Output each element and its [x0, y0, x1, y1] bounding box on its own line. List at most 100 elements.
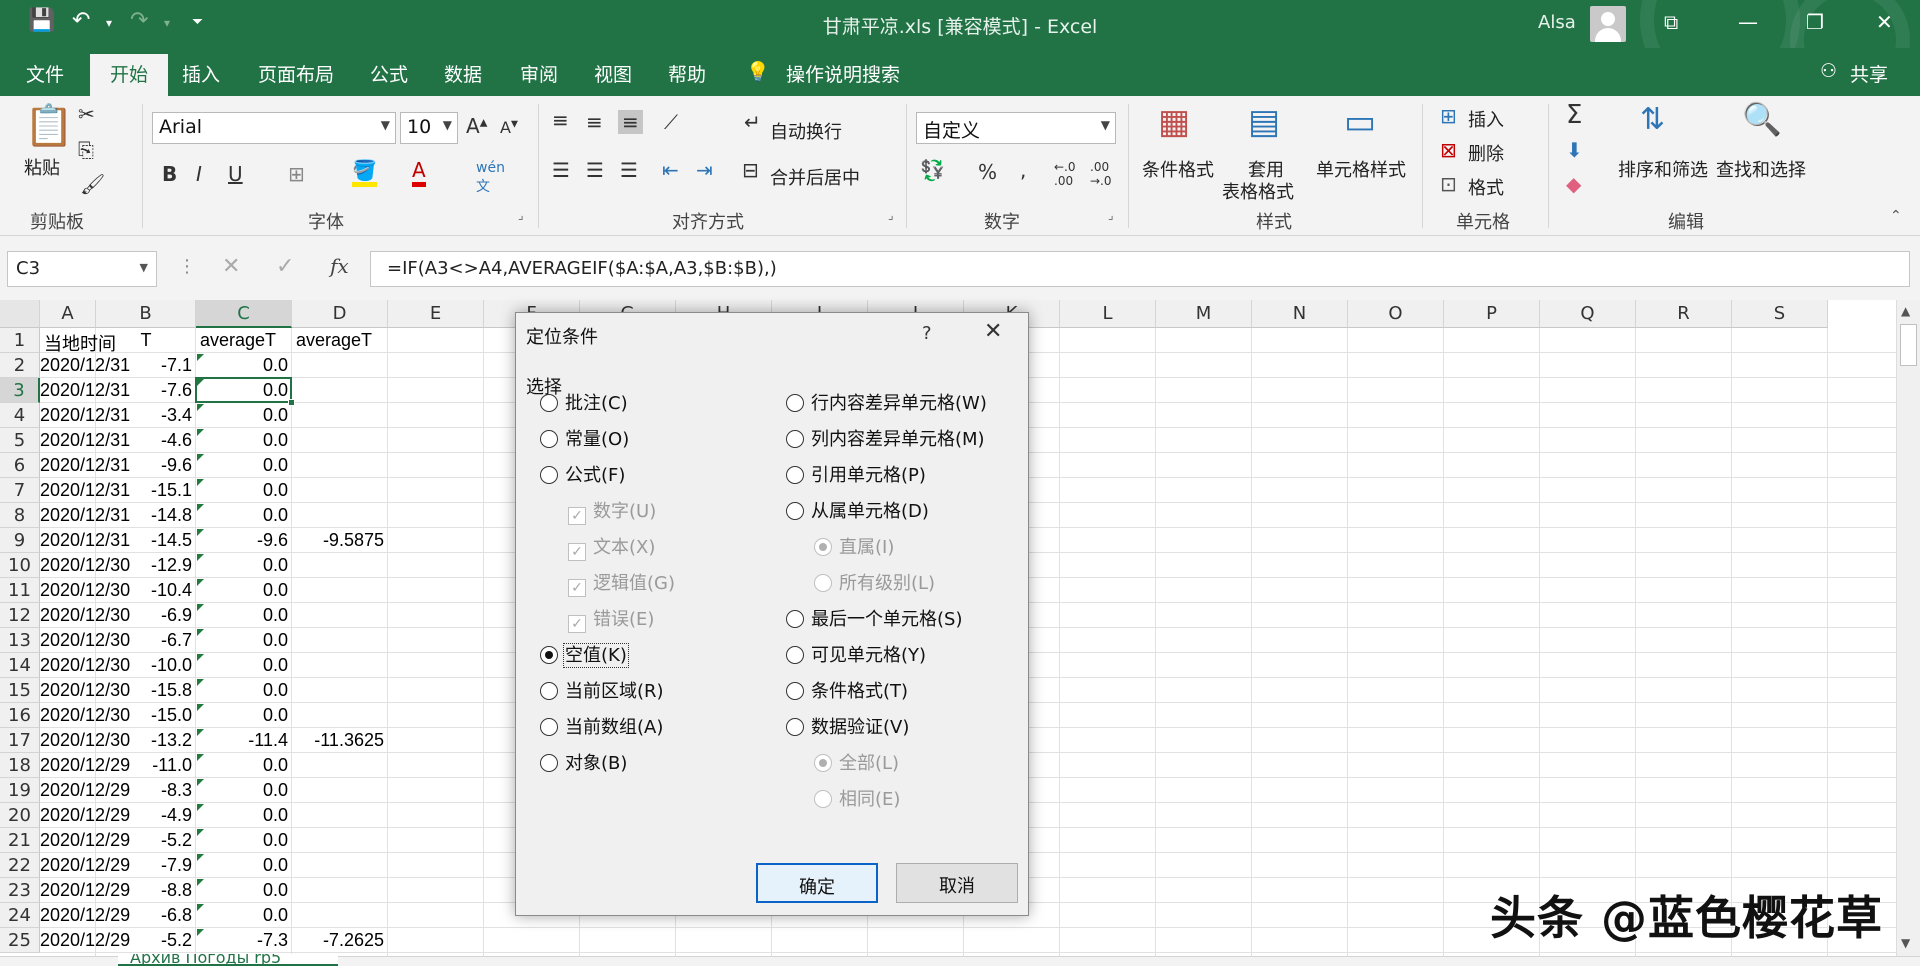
- align-top-icon[interactable]: ≡: [552, 108, 569, 132]
- cell-a10[interactable]: 2020/12/30: [40, 555, 96, 576]
- tab-help[interactable]: 帮助: [668, 60, 706, 87]
- row-header-5[interactable]: 5: [0, 428, 40, 453]
- cell-b2[interactable]: -7.1: [96, 355, 192, 376]
- cell-b4[interactable]: -3.4: [96, 405, 192, 426]
- cell-a3[interactable]: 2020/12/31: [40, 380, 96, 401]
- radio-icon[interactable]: [786, 610, 804, 628]
- align-left-icon[interactable]: ☰: [552, 158, 570, 182]
- format-as-table-icon[interactable]: ▤: [1248, 102, 1280, 142]
- row-header-14[interactable]: 14: [0, 653, 40, 678]
- cell-b17[interactable]: -13.2: [96, 730, 192, 751]
- wrap-text-icon[interactable]: ↵: [744, 110, 761, 134]
- row-header-18[interactable]: 18: [0, 753, 40, 778]
- error-indicator-icon[interactable]: [197, 554, 204, 561]
- cell-b8[interactable]: -14.8: [96, 505, 192, 526]
- tab-review[interactable]: 审阅: [520, 60, 558, 87]
- cell-a23[interactable]: 2020/12/29: [40, 880, 96, 901]
- align-middle-icon[interactable]: ≡: [586, 110, 603, 134]
- scrollbar-thumb[interactable]: [1900, 324, 1917, 366]
- paste-button[interactable]: 粘贴: [24, 154, 60, 180]
- cell-c14[interactable]: 0.0: [196, 655, 288, 676]
- comma-style-icon[interactable]: ,: [1020, 158, 1026, 182]
- cell-b7[interactable]: -15.1: [96, 480, 192, 501]
- cell-b24[interactable]: -6.8: [96, 905, 192, 926]
- row-header-23[interactable]: 23: [0, 878, 40, 903]
- row-header-25[interactable]: 25: [0, 928, 40, 953]
- cell-b10[interactable]: -12.9: [96, 555, 192, 576]
- autosum-icon[interactable]: Σ: [1566, 100, 1582, 130]
- radio-icon[interactable]: [540, 394, 558, 412]
- cell-c1[interactable]: averageT: [200, 330, 276, 351]
- column-header-n[interactable]: N: [1252, 300, 1348, 328]
- radio-icon[interactable]: [786, 502, 804, 520]
- italic-button[interactable]: I: [196, 162, 202, 186]
- row-header-4[interactable]: 4: [0, 403, 40, 428]
- cell-c21[interactable]: 0.0: [196, 830, 288, 851]
- column-header-e[interactable]: E: [388, 300, 484, 328]
- number-format-select[interactable]: 自定义▼: [916, 112, 1116, 144]
- cell-c5[interactable]: 0.0: [196, 430, 288, 451]
- cell-a4[interactable]: 2020/12/31: [40, 405, 96, 426]
- format-painter-icon[interactable]: 🖌: [80, 172, 105, 196]
- cell-c23[interactable]: 0.0: [196, 880, 288, 901]
- tab-insert[interactable]: 插入: [182, 60, 220, 87]
- radio-icon[interactable]: [540, 718, 558, 736]
- row-header-21[interactable]: 21: [0, 828, 40, 853]
- cell-b18[interactable]: -11.0: [96, 755, 192, 776]
- error-indicator-icon[interactable]: [197, 679, 204, 686]
- error-indicator-icon[interactable]: [197, 829, 204, 836]
- column-header-a[interactable]: A: [40, 300, 96, 328]
- radio-icon[interactable]: [786, 466, 804, 484]
- cell-styles-icon[interactable]: ▭: [1344, 102, 1376, 142]
- cell-b14[interactable]: -10.0: [96, 655, 192, 676]
- row-header-19[interactable]: 19: [0, 778, 40, 803]
- cell-b21[interactable]: -5.2: [96, 830, 192, 851]
- cell-b23[interactable]: -8.8: [96, 880, 192, 901]
- error-indicator-icon[interactable]: [197, 404, 204, 411]
- cell-a8[interactable]: 2020/12/31: [40, 505, 96, 526]
- fill-color-icon[interactable]: 🪣: [352, 158, 377, 187]
- ribbon-display-icon[interactable]: ⧉: [1664, 10, 1678, 34]
- cell-a13[interactable]: 2020/12/30: [40, 630, 96, 651]
- row-header-24[interactable]: 24: [0, 903, 40, 928]
- cell-c24[interactable]: 0.0: [196, 905, 288, 926]
- tab-formulas[interactable]: 公式: [370, 60, 408, 87]
- row-header-3[interactable]: 3: [0, 378, 40, 403]
- tab-data[interactable]: 数据: [444, 60, 482, 87]
- alignment-dialog-launcher-icon[interactable]: ⌟: [888, 208, 894, 222]
- column-header-p[interactable]: P: [1444, 300, 1540, 328]
- right-option-3[interactable]: 从属单元格(D): [786, 497, 929, 523]
- radio-icon[interactable]: [540, 430, 558, 448]
- font-color-icon[interactable]: A: [412, 158, 426, 187]
- cell-c6[interactable]: 0.0: [196, 455, 288, 476]
- scroll-down-icon[interactable]: ▼: [1901, 936, 1910, 950]
- cell-b11[interactable]: -10.4: [96, 580, 192, 601]
- cell-c19[interactable]: 0.0: [196, 780, 288, 801]
- help-button[interactable]: ?: [922, 323, 932, 344]
- row-header-12[interactable]: 12: [0, 603, 40, 628]
- sort-filter-icon[interactable]: ⇅: [1640, 102, 1665, 137]
- formula-bar-more-icon[interactable]: ⋮: [178, 256, 196, 277]
- error-indicator-icon[interactable]: [197, 704, 204, 711]
- tab-file[interactable]: 文件: [26, 60, 64, 87]
- tab-page-layout[interactable]: 页面布局: [258, 60, 334, 87]
- row-header-9[interactable]: 9: [0, 528, 40, 553]
- avatar[interactable]: [1590, 6, 1626, 42]
- cell-c12[interactable]: 0.0: [196, 605, 288, 626]
- cell-a16[interactable]: 2020/12/30: [40, 705, 96, 726]
- align-right-icon[interactable]: ☰: [620, 158, 638, 182]
- column-header-s[interactable]: S: [1732, 300, 1828, 328]
- left-option-1[interactable]: 常量(O): [540, 425, 629, 451]
- format-cells-icon[interactable]: ⊡: [1440, 172, 1457, 196]
- row-header-8[interactable]: 8: [0, 503, 40, 528]
- cell-b3[interactable]: -7.6: [96, 380, 192, 401]
- cell-c11[interactable]: 0.0: [196, 580, 288, 601]
- conditional-format-icon[interactable]: ▦: [1158, 102, 1190, 142]
- select-all-corner[interactable]: [0, 300, 40, 328]
- right-option-0[interactable]: 行内容差异单元格(W): [786, 389, 987, 415]
- decrease-decimal-icon[interactable]: .00→.0: [1090, 160, 1112, 188]
- error-indicator-icon[interactable]: [197, 529, 204, 536]
- cell-styles-button[interactable]: 单元格样式: [1316, 156, 1406, 182]
- font-name-select[interactable]: Arial▼: [152, 112, 396, 144]
- cell-a2[interactable]: 2020/12/31: [40, 355, 96, 376]
